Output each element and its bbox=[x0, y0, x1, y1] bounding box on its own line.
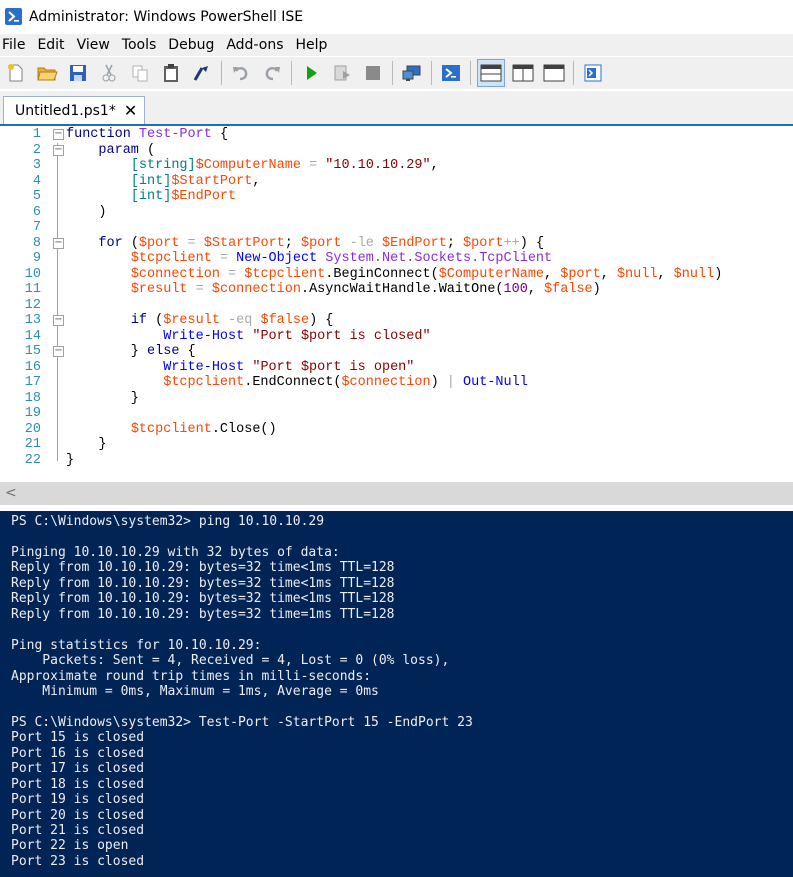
console-line: PS C:\Windows\system32> Test-Port -Start… bbox=[11, 714, 473, 730]
console-line: Packets: Sent = 4, Received = 4, Lost = … bbox=[11, 653, 450, 669]
cut-icon[interactable] bbox=[96, 60, 122, 86]
menu-view[interactable]: View bbox=[75, 37, 117, 53]
open-folder-icon[interactable] bbox=[34, 60, 60, 86]
stop-icon[interactable] bbox=[360, 60, 386, 86]
show-script-pane-top-icon[interactable] bbox=[477, 59, 505, 87]
console-line: Port 22 is open bbox=[11, 838, 129, 854]
console-line: Pinging 10.10.10.29 with 32 bytes of dat… bbox=[11, 544, 340, 560]
menu-help[interactable]: Help bbox=[294, 37, 335, 53]
title-bar: Administrator: Windows PowerShell ISE bbox=[0, 0, 793, 33]
toolbar-separator bbox=[470, 61, 471, 85]
console-line: Approximate round trip times in milli-se… bbox=[11, 668, 372, 684]
redo-icon[interactable] bbox=[259, 60, 285, 86]
commands-addon-icon[interactable] bbox=[580, 60, 606, 86]
tab-untitled1[interactable]: Untitled1.ps1* ✕ bbox=[3, 96, 145, 124]
console-line: Port 19 is closed bbox=[11, 792, 145, 808]
powershell-icon[interactable] bbox=[438, 60, 464, 86]
fold-toggle-icon[interactable]: − bbox=[53, 315, 64, 326]
scroll-left-icon[interactable]: < bbox=[5, 485, 17, 501]
toolbar-separator bbox=[291, 61, 292, 85]
toolbar-separator bbox=[573, 61, 574, 85]
toolbar-separator bbox=[221, 61, 222, 85]
copy-icon[interactable] bbox=[127, 60, 153, 86]
script-editor[interactable]: − − − − − 1 function Test-Port { 2 param … bbox=[0, 126, 793, 482]
console-line: Ping statistics for 10.10.10.29: bbox=[11, 637, 262, 653]
console-pane[interactable]: PS C:\Windows\system32> ping 10.10.10.29… bbox=[0, 511, 793, 877]
fold-guide bbox=[57, 143, 58, 461]
console-line: Reply from 10.10.10.29: bytes=32 time<1m… bbox=[11, 560, 395, 576]
console-line: Reply from 10.10.10.29: bytes=32 time<1m… bbox=[11, 591, 395, 607]
console-line: Port 16 is closed bbox=[11, 745, 145, 761]
fold-toggle-icon[interactable]: − bbox=[53, 346, 64, 357]
show-script-pane-maximized-icon[interactable] bbox=[541, 60, 567, 86]
undo-icon[interactable] bbox=[228, 60, 254, 86]
menu-edit[interactable]: Edit bbox=[35, 37, 71, 53]
toolbar bbox=[0, 57, 793, 89]
toolbar-separator bbox=[392, 61, 393, 85]
script-tab-bar: Untitled1.ps1* ✕ bbox=[0, 91, 793, 126]
fold-toggle-icon[interactable]: − bbox=[53, 237, 64, 249]
close-icon[interactable]: ✕ bbox=[124, 101, 137, 120]
fold-toggle-icon[interactable]: − bbox=[53, 129, 64, 140]
show-script-pane-right-icon[interactable] bbox=[510, 60, 536, 86]
menu-debug[interactable]: Debug bbox=[166, 37, 221, 53]
paste-icon[interactable] bbox=[158, 60, 184, 86]
console-line: PS C:\Windows\system32> ping 10.10.10.29 bbox=[11, 514, 325, 529]
run-script-icon[interactable] bbox=[298, 60, 324, 86]
horizontal-scrollbar[interactable]: < bbox=[0, 482, 793, 505]
remote-powershell-icon[interactable] bbox=[399, 60, 425, 86]
menu-tools[interactable]: Tools bbox=[120, 37, 164, 53]
powershell-ise-icon bbox=[5, 8, 22, 25]
console-line: Reply from 10.10.10.29: bytes=32 time<1m… bbox=[11, 575, 395, 591]
clear-console-icon[interactable] bbox=[189, 60, 215, 86]
console-line: Port 17 is closed bbox=[11, 761, 145, 777]
new-file-icon[interactable] bbox=[3, 60, 29, 86]
menu-bar: File Edit View Tools Debug Add-ons Help bbox=[0, 34, 793, 56]
console-line: Port 23 is closed bbox=[11, 853, 145, 869]
window-title: Administrator: Windows PowerShell ISE bbox=[29, 8, 304, 25]
save-icon[interactable] bbox=[65, 60, 91, 86]
console-line: Minimum = 0ms, Maximum = 1ms, Average = … bbox=[11, 683, 379, 699]
run-selection-icon[interactable] bbox=[329, 60, 355, 86]
console-line: Port 21 is closed bbox=[11, 823, 145, 838]
console-line: Port 20 is closed bbox=[11, 807, 145, 823]
menu-add-ons[interactable]: Add-ons bbox=[224, 37, 290, 53]
fold-toggle-icon[interactable]: − bbox=[53, 144, 64, 156]
console-line: Reply from 10.10.10.29: bytes=32 time=1m… bbox=[11, 606, 395, 622]
toolbar-separator bbox=[431, 61, 432, 85]
console-line: Port 18 is closed bbox=[11, 776, 145, 792]
menu-file[interactable]: File bbox=[0, 37, 32, 53]
console-line: Port 15 is closed bbox=[11, 730, 145, 746]
tab-label: Untitled1.ps1* bbox=[15, 102, 116, 119]
